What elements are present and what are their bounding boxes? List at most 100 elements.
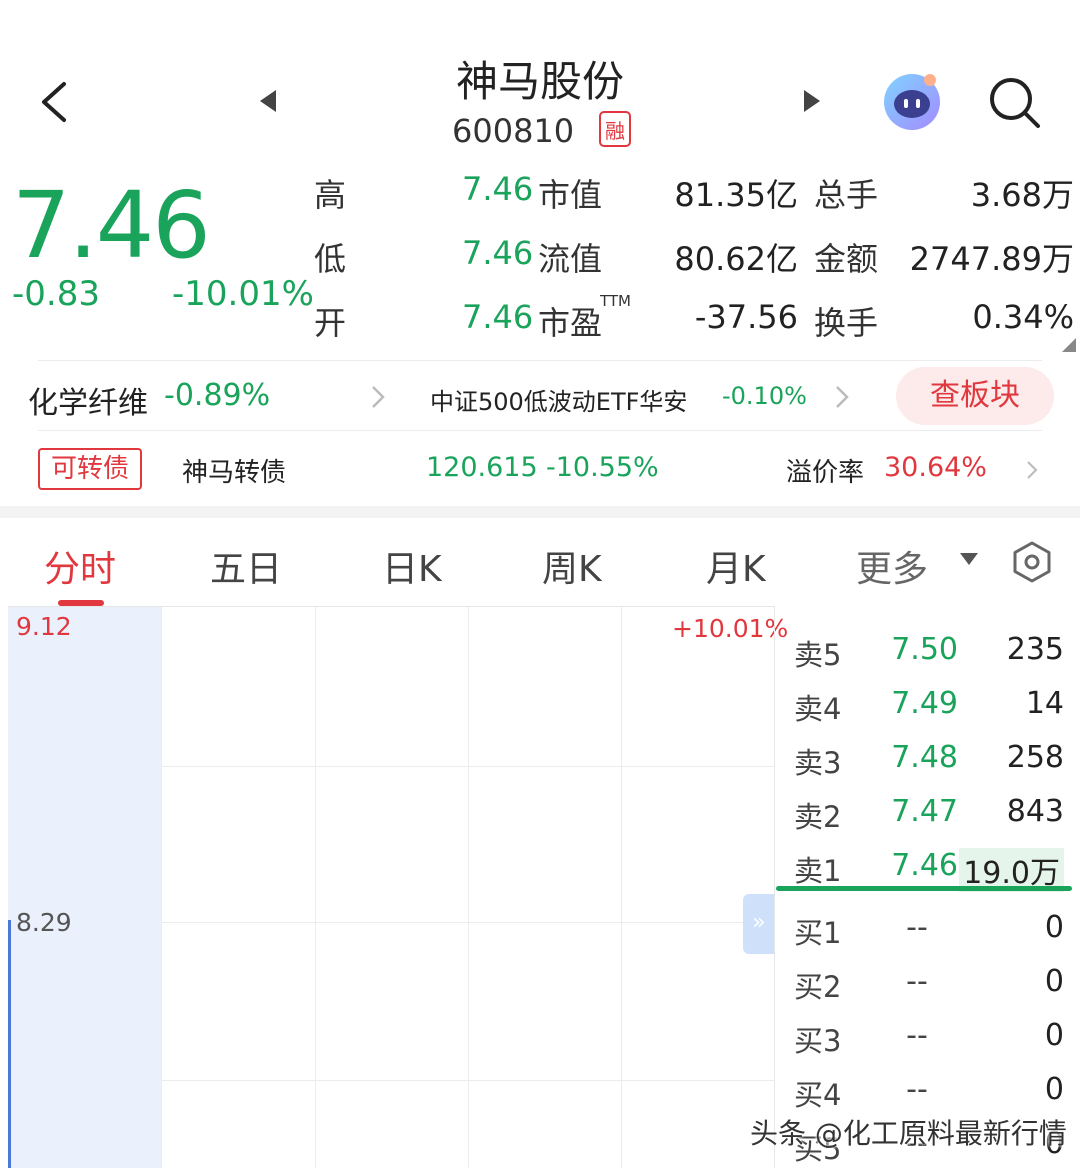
- sector-change: -0.89%: [164, 378, 271, 413]
- bid-ask-separator: [776, 886, 1072, 891]
- volume-label: 总手: [814, 176, 879, 214]
- pct-axis-top-label: +10.01%: [672, 614, 789, 643]
- chevron-right-icon: [372, 386, 385, 408]
- turnover-value: 0.34%: [972, 298, 1074, 336]
- bid-volume: 0: [1044, 910, 1064, 945]
- etf-name[interactable]: 中证500低波动ETF华安: [430, 382, 687, 417]
- open-label: 开: [314, 304, 347, 342]
- grid-line: [161, 766, 774, 767]
- ask-label: 卖5: [794, 638, 842, 672]
- ask-price: 7.49: [891, 686, 958, 721]
- current-price: 7.46: [12, 172, 211, 279]
- tab-weekly-k[interactable]: 周K: [542, 540, 602, 592]
- tab-monthly-k[interactable]: 月K: [706, 540, 766, 592]
- bid-volume: 0: [1044, 1018, 1064, 1053]
- market-cap-value: 81.35亿: [674, 176, 798, 214]
- ask-label: 卖4: [794, 692, 842, 726]
- price-change: -0.83: [12, 274, 100, 314]
- sector-name[interactable]: 化学纤维: [28, 378, 148, 422]
- grid-line: [315, 607, 316, 1168]
- y-axis-top-label: 9.12: [16, 612, 72, 641]
- view-board-button[interactable]: 查板块: [896, 367, 1054, 425]
- ask-row: 卖2 7.47 843: [776, 786, 1080, 840]
- premium-value: 30.64%: [884, 452, 987, 483]
- pe-value: -37.56: [694, 298, 798, 336]
- tab-more[interactable]: 更多: [856, 540, 928, 592]
- bid-price: --: [906, 910, 928, 945]
- chevron-right-icon: [836, 386, 849, 408]
- pe-ttm-superscript: TTM: [600, 292, 632, 310]
- bid-label: 买4: [794, 1078, 842, 1112]
- price-change-pct: -10.01%: [172, 274, 314, 314]
- bond-change: -10.55%: [546, 452, 659, 483]
- high-value: 7.46: [462, 170, 534, 208]
- float-cap-value: 80.62亿: [674, 240, 798, 278]
- collapse-order-book-button[interactable]: »: [743, 894, 775, 954]
- stock-code: 600810: [452, 112, 575, 150]
- order-book-border: [774, 606, 775, 1168]
- grid-line: [161, 922, 774, 923]
- bid-row: 买2 -- 0: [776, 956, 1080, 1010]
- low-label: 低: [314, 240, 347, 278]
- ask-volume: 14: [1025, 686, 1064, 721]
- search-icon[interactable]: [986, 74, 1042, 130]
- next-stock-icon[interactable]: [802, 88, 822, 114]
- ask-row: 卖5 7.50 235: [776, 624, 1080, 678]
- tab-daily-k[interactable]: 日K: [382, 540, 442, 592]
- margin-badge: 融: [599, 111, 631, 147]
- divider: [38, 430, 1042, 431]
- ask-price: 7.46: [891, 848, 958, 883]
- ask-row: 卖4 7.49 14: [776, 678, 1080, 732]
- grid-line: [161, 607, 162, 1168]
- bid-row: 买3 -- 0: [776, 1010, 1080, 1064]
- y-axis-mid-label: 8.29: [16, 908, 72, 937]
- turnover-label: 换手: [814, 304, 879, 342]
- tab-five-day[interactable]: 五日: [210, 540, 282, 592]
- bid-price: --: [906, 1072, 928, 1107]
- convertible-bond-badge: 可转债: [38, 448, 142, 490]
- bid-label: 买2: [794, 970, 842, 1004]
- divider: [38, 360, 1042, 361]
- bid-price: --: [906, 964, 928, 999]
- etf-change: -0.10%: [722, 382, 807, 410]
- assistant-bot-icon[interactable]: [880, 68, 944, 132]
- bond-name[interactable]: 神马转债: [182, 452, 286, 489]
- grid-line: [621, 607, 622, 1168]
- grid-line: [468, 607, 469, 1168]
- high-label: 高: [314, 176, 347, 214]
- dropdown-arrow-icon[interactable]: [958, 550, 980, 568]
- section-gap: [0, 506, 1080, 518]
- bid-row: 买4 -- 0: [776, 1064, 1080, 1118]
- ask-price: 7.48: [891, 740, 958, 775]
- low-value: 7.46: [462, 234, 534, 272]
- bid-label: 买3: [794, 1024, 842, 1058]
- tab-intraday[interactable]: 分时: [44, 540, 116, 592]
- float-cap-label: 流值: [538, 240, 603, 278]
- amount-label: 金额: [814, 240, 879, 278]
- ask-label: 卖1: [794, 854, 842, 888]
- bond-price: 120.615: [426, 452, 538, 483]
- grid-line: [161, 1080, 774, 1081]
- pe-label: 市盈: [538, 304, 603, 342]
- chevron-right-icon[interactable]: [1026, 460, 1038, 480]
- bid-row: 买1 -- 0: [776, 902, 1080, 956]
- ask-volume: 235: [1006, 632, 1064, 667]
- amount-value: 2747.89万: [909, 240, 1074, 278]
- ask-label: 卖3: [794, 746, 842, 780]
- volume-value: 3.68万: [970, 176, 1074, 214]
- ask-volume: 258: [1006, 740, 1064, 775]
- market-cap-label: 市值: [538, 176, 603, 214]
- settings-hexagon-icon[interactable]: [1010, 540, 1054, 584]
- bid-label: 买1: [794, 916, 842, 950]
- price-line-marker: [8, 920, 11, 1168]
- bid-price: --: [906, 1018, 928, 1053]
- ask-volume: 843: [1006, 794, 1064, 829]
- bid-volume: 0: [1044, 964, 1064, 999]
- open-value: 7.46: [462, 298, 534, 336]
- ask-label: 卖2: [794, 800, 842, 834]
- expand-corner-icon[interactable]: [1062, 338, 1076, 352]
- watermark-text: 头条 @化工原料最新行情: [750, 1117, 1067, 1150]
- ask-price: 7.50: [891, 632, 958, 667]
- ask-price: 7.47: [891, 794, 958, 829]
- ask-row: 卖3 7.48 258: [776, 732, 1080, 786]
